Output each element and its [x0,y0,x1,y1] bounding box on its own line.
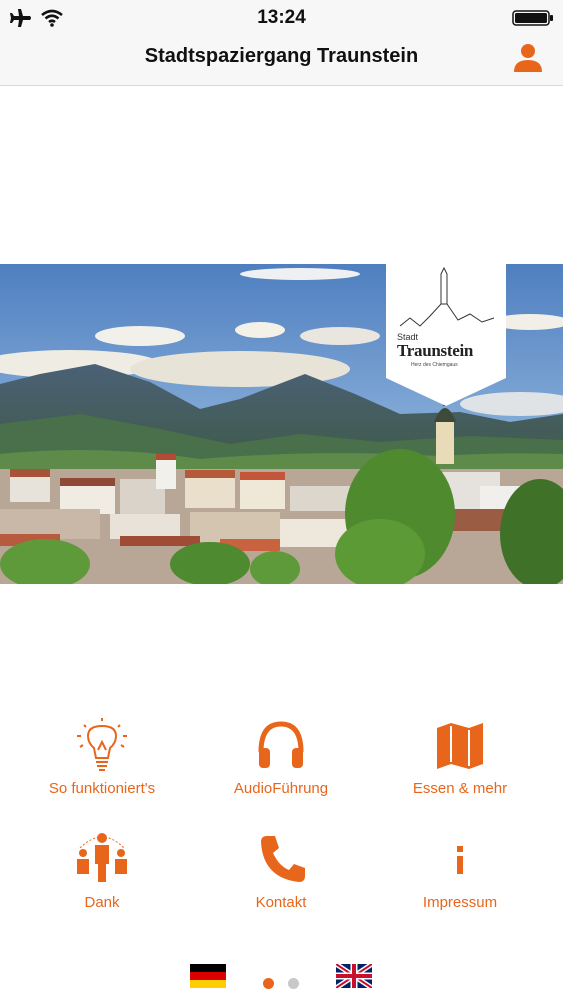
logo-text-main: Traunstein [397,341,474,360]
german-flag-icon[interactable] [190,964,226,988]
navigation-bar: Stadtspaziergang Traunstein [0,36,563,86]
logo-text-sub: Herz des Chiemgaus [411,362,458,368]
menu-label-imprint: Impressum [422,894,498,911]
user-profile-icon[interactable] [511,40,545,74]
menu-item-contact[interactable]: Kontakt [196,832,366,932]
menu-item-imprint[interactable]: Impressum [375,832,545,932]
battery-icon [512,10,553,26]
phone-icon [261,836,305,882]
pager-dot-inactive[interactable] [288,978,299,989]
lightbulb-icon [77,718,127,771]
status-time: 13:24 [257,7,306,28]
uk-flag-icon[interactable] [336,964,372,988]
menu-item-how-it-works[interactable]: So funktioniert's [17,718,187,818]
menu-label-contact: Kontakt [255,894,307,911]
headphones-icon [258,721,304,768]
people-icon [77,833,127,882]
info-icon [457,846,463,874]
page-title: Stadtspaziergang Traunstein [144,45,419,67]
menu-label-thanks: Dank [84,894,120,911]
menu-item-food-and-more[interactable]: Essen & mehr [375,718,545,818]
menu-label-audio-tour: AudioFührung [233,780,329,797]
map-icon [437,723,483,769]
menu-item-thanks[interactable]: Dank [17,832,187,932]
status-bar: 13:24 [0,0,563,36]
pager-dot-active[interactable] [263,978,274,989]
menu-label-how-it-works: So funktioniert's [48,780,156,797]
menu-item-audio-tour[interactable]: AudioFührung [196,718,366,818]
menu-label-food-and-more: Essen & mehr [412,780,508,797]
